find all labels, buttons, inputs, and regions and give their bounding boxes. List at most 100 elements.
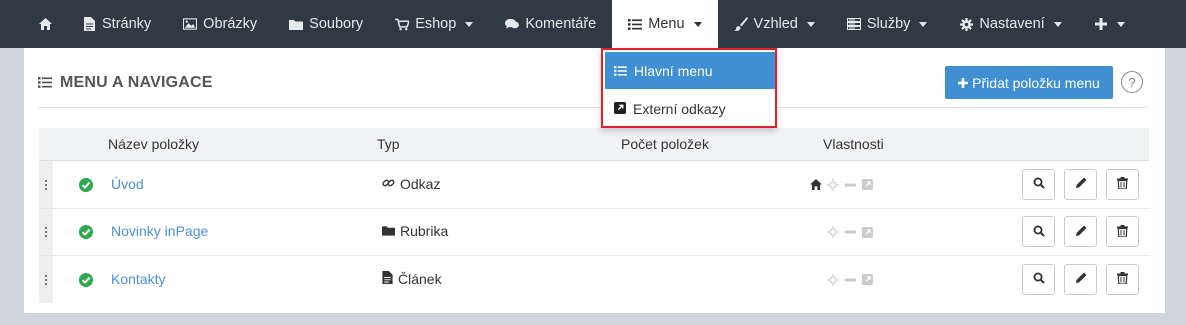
add-button-label: Přidat položku menu: [972, 74, 1100, 91]
item-type: Rubrika: [382, 223, 448, 239]
divider: [38, 107, 1148, 108]
dropdown-item-label: Hlavní menu: [634, 62, 713, 79]
column-header-name[interactable]: Název položky: [108, 136, 199, 152]
chevron-down-icon: [693, 21, 702, 27]
help-button[interactable]: ?: [1121, 71, 1143, 93]
status-ok-icon: [79, 272, 93, 287]
trash-icon: [1117, 224, 1128, 240]
nav-nastaveni[interactable]: Nastavení: [943, 0, 1077, 48]
minus-icon[interactable]: [844, 226, 856, 238]
nav-label: Stránky: [102, 16, 152, 32]
nav-label: Eshop: [415, 16, 457, 32]
add-menu-item-button[interactable]: Přidat položku menu: [945, 66, 1113, 99]
drag-handle[interactable]: [39, 161, 53, 208]
nav-label: Soubory: [309, 16, 364, 32]
home-icon: [38, 17, 52, 31]
drag-handle[interactable]: [39, 256, 53, 303]
chevron-down-icon: [1116, 21, 1125, 27]
delete-button[interactable]: [1106, 263, 1139, 295]
grip-icon: [45, 179, 47, 190]
nav-stranky[interactable]: Stránky: [66, 0, 167, 48]
table-row: Kontakty Článek: [39, 256, 1149, 303]
external-link-icon[interactable]: [861, 226, 873, 238]
view-button[interactable]: [1022, 168, 1055, 200]
table-row: Úvod Odkaz: [39, 161, 1149, 209]
dropdown-item-external-links[interactable]: Externí odkazy: [605, 90, 775, 127]
nav-label: Komentáře: [525, 16, 597, 32]
table-header: Název položky Typ Počet položek Vlastnos…: [39, 128, 1149, 161]
dropdown-item-label: Externí odkazy: [633, 100, 726, 117]
nav-add[interactable]: [1078, 0, 1141, 48]
edit-button[interactable]: [1064, 216, 1097, 247]
plus-icon: [958, 75, 969, 91]
nav-menu[interactable]: Menu: [612, 0, 718, 48]
document-icon: [382, 270, 393, 287]
nav-obrazky[interactable]: Obrázky: [167, 0, 273, 48]
view-button[interactable]: [1022, 216, 1055, 247]
table-row: Novinky inPage Rubrika: [39, 209, 1149, 256]
item-properties: [827, 226, 873, 238]
nav-vzhled[interactable]: Vzhled: [718, 0, 831, 48]
delete-button[interactable]: [1106, 216, 1139, 247]
link-icon: [382, 176, 395, 192]
image-icon: [183, 17, 198, 31]
edit-button[interactable]: [1064, 263, 1097, 295]
main-panel: MENU A NAVIGACE Přidat položku menu ? Ná…: [24, 48, 1165, 313]
item-type-label: Rubrika: [400, 223, 449, 239]
folder-icon: [289, 17, 304, 31]
nav-komentare[interactable]: Komentáře: [489, 0, 612, 48]
item-type-label: Odkaz: [400, 175, 441, 192]
row-actions: [1022, 168, 1139, 200]
column-header-properties: Vlastnosti: [823, 136, 884, 152]
external-link-icon[interactable]: [861, 179, 873, 191]
column-header-type[interactable]: Typ: [377, 136, 400, 152]
page-title: MENU A NAVIGACE: [60, 74, 213, 91]
search-icon: [1033, 224, 1045, 240]
top-navigation: Stránky Obrázky Soubory Eshop Komentáře …: [0, 0, 1186, 48]
dropdown-item-main-menu[interactable]: Hlavní menu: [605, 52, 775, 89]
status-ok-icon: [79, 177, 93, 192]
item-properties: [810, 178, 873, 191]
view-button[interactable]: [1022, 263, 1055, 295]
chevron-down-icon: [465, 21, 474, 27]
nav-sluzby[interactable]: Služby: [831, 0, 944, 48]
sun-icon[interactable]: [827, 226, 839, 238]
minus-icon[interactable]: [844, 274, 856, 286]
grip-icon: [45, 274, 47, 285]
row-actions: [1022, 263, 1139, 295]
delete-button[interactable]: [1106, 168, 1139, 200]
status-ok-icon: [79, 225, 93, 239]
item-name-link[interactable]: Novinky inPage: [111, 223, 208, 239]
menu-dropdown: Hlavní menu Externí odkazy: [601, 48, 777, 128]
minus-icon[interactable]: [844, 179, 856, 191]
nav-soubory[interactable]: Soubory: [273, 0, 379, 48]
item-type: Odkaz: [382, 176, 440, 192]
column-header-count[interactable]: Počet položek: [621, 136, 709, 152]
nav-home[interactable]: [22, 0, 66, 48]
drag-handle[interactable]: [39, 209, 53, 255]
list-icon: [38, 75, 52, 91]
nav-label: Obrázky: [203, 16, 258, 32]
chevron-down-icon: [806, 21, 815, 27]
nav-eshop[interactable]: Eshop: [379, 0, 489, 48]
folder-icon: [382, 223, 395, 239]
sun-icon[interactable]: [827, 178, 839, 191]
trash-icon: [1117, 271, 1128, 287]
search-icon: [1033, 271, 1045, 287]
item-name-link[interactable]: Úvod: [111, 176, 144, 192]
sun-icon[interactable]: [827, 273, 839, 286]
list-icon: [614, 63, 627, 79]
home-icon[interactable]: [810, 179, 822, 191]
menu-table: Název položky Typ Počet položek Vlastnos…: [39, 128, 1149, 303]
comments-icon: [505, 17, 520, 31]
item-properties: [827, 273, 873, 286]
plus-icon: [1094, 17, 1108, 31]
external-link-icon: [614, 101, 626, 117]
grip-icon: [45, 227, 47, 237]
item-name-link[interactable]: Kontakty: [111, 271, 165, 287]
brush-icon: [733, 17, 748, 31]
edit-button[interactable]: [1064, 168, 1097, 200]
item-type: Článek: [382, 270, 442, 287]
external-link-icon[interactable]: [861, 274, 873, 286]
item-type-label: Článek: [398, 270, 442, 287]
